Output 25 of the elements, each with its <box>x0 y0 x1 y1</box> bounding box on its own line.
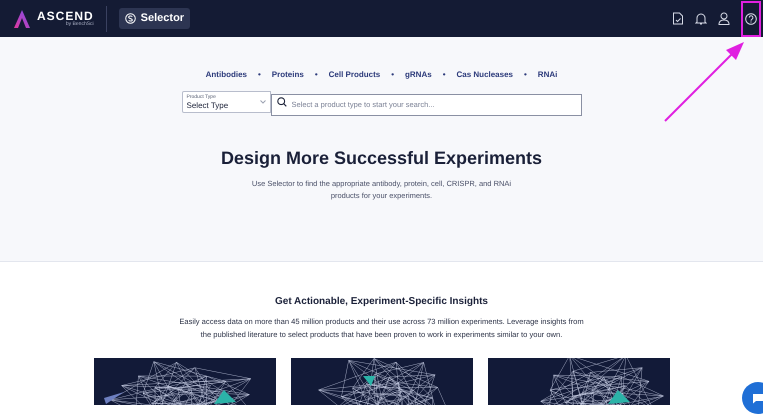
separator-dot: • <box>391 69 394 81</box>
search-icon <box>276 97 286 107</box>
logo-icon <box>12 8 32 28</box>
s-circle-icon <box>124 13 136 24</box>
separator-dot: • <box>314 69 318 81</box>
user-icon[interactable] <box>718 12 730 25</box>
logo-name: ASCEND <box>37 10 94 22</box>
separator-dot: • <box>258 69 261 81</box>
category-link[interactable]: gRNAs <box>405 69 432 81</box>
chat-icon <box>752 392 763 404</box>
select-value: Select Type <box>186 102 230 110</box>
category-link[interactable]: Antibodies <box>206 69 247 81</box>
chevron-icon <box>260 100 266 104</box>
category-link[interactable]: RNAi <box>538 69 558 81</box>
help-icon[interactable] <box>745 12 757 24</box>
hero-title: Design More Successful Experiments <box>220 147 542 170</box>
insights-title: Get Actionable, Experiment-Specific Insights <box>274 295 488 309</box>
document-icon[interactable] <box>672 12 684 25</box>
category-link[interactable]: Cas Nucleases <box>456 69 513 81</box>
separator-dot: • <box>524 69 527 81</box>
separator-dot: • <box>442 69 446 81</box>
category-link[interactable]: Proteins <box>272 69 304 81</box>
category-link[interactable]: Cell Products <box>328 69 380 81</box>
bell-icon[interactable] <box>695 12 707 25</box>
selector-button[interactable]: Selector <box>118 8 190 29</box>
